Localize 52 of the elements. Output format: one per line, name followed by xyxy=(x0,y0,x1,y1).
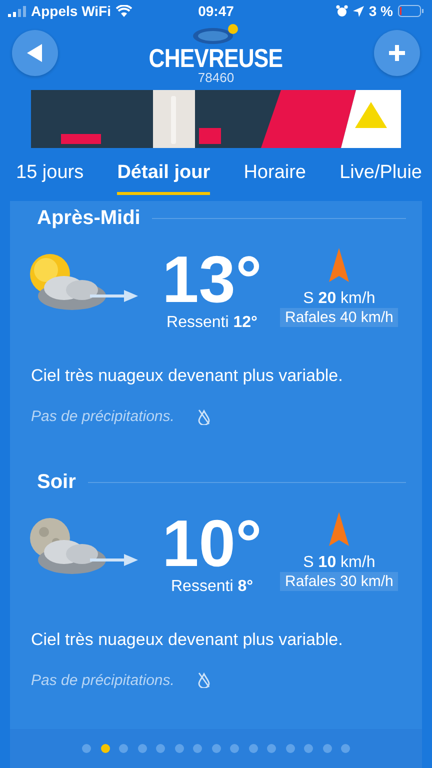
period-title: Soir xyxy=(36,470,76,494)
wind-arrow-icon xyxy=(329,512,350,546)
status-time: 09:47 xyxy=(198,3,234,19)
location-icon xyxy=(352,6,364,16)
logo-icon xyxy=(190,22,241,44)
carrier-name: Appels WiFi xyxy=(31,3,111,19)
weather-description: Ciel très nuageux devenant plus variable. xyxy=(30,366,344,386)
plus-icon xyxy=(388,44,406,62)
no-rain-icon xyxy=(198,672,210,688)
wind-gusts: Rafales 40 km/h xyxy=(280,308,398,327)
page-dot[interactable] xyxy=(341,744,350,753)
feels-like: Ressenti 12° xyxy=(166,314,258,332)
page-dot[interactable] xyxy=(193,744,202,753)
page-dot[interactable] xyxy=(230,744,239,753)
back-arrow-icon xyxy=(27,44,43,62)
feels-like: Ressenti 8° xyxy=(171,578,253,596)
page-dot[interactable] xyxy=(212,744,220,753)
battery-percent: 3 % xyxy=(368,3,393,19)
page-dot[interactable] xyxy=(267,744,276,753)
tab[interactable]: Horaire xyxy=(244,162,306,195)
wind-gusts: Rafales 30 km/h xyxy=(280,572,398,591)
tab[interactable]: Live/Pluie xyxy=(340,162,422,195)
back-button[interactable] xyxy=(12,30,58,76)
precipitation-text: Pas de précipitations. xyxy=(31,672,174,689)
tab[interactable]: 15 jours xyxy=(16,162,84,195)
weather-description: Ciel très nuageux devenant plus variable. xyxy=(30,630,344,650)
page-dot[interactable] xyxy=(100,744,110,753)
temperature: 13° xyxy=(162,244,262,314)
wifi-icon xyxy=(116,5,132,17)
city-name: CHEVREUSE xyxy=(149,44,283,70)
precipitation-text: Pas de précipitations. xyxy=(31,408,174,425)
period-title: Après-Midi xyxy=(36,207,140,230)
page-dot[interactable] xyxy=(174,744,184,753)
page-dot[interactable] xyxy=(304,744,313,753)
page-dot[interactable] xyxy=(248,744,258,753)
wind-speed: S 10 km/h xyxy=(303,554,376,572)
page-dot[interactable] xyxy=(119,744,128,753)
signal-icon xyxy=(8,6,26,16)
tab[interactable]: Détail jour xyxy=(117,162,210,195)
temperature: 10° xyxy=(162,508,262,578)
battery-icon xyxy=(398,5,424,17)
page-dot[interactable] xyxy=(286,744,294,753)
alarm-icon xyxy=(336,5,348,17)
no-rain-icon xyxy=(198,408,210,424)
page-dot[interactable] xyxy=(322,744,332,753)
add-button[interactable] xyxy=(374,30,420,76)
page-dot[interactable] xyxy=(138,744,146,753)
page-dot[interactable] xyxy=(156,744,165,753)
wind-arrow-icon xyxy=(329,248,350,282)
postcode: 78460 xyxy=(198,70,234,84)
page-dot[interactable] xyxy=(82,744,91,753)
wind-speed: S 20 km/h xyxy=(303,290,376,308)
